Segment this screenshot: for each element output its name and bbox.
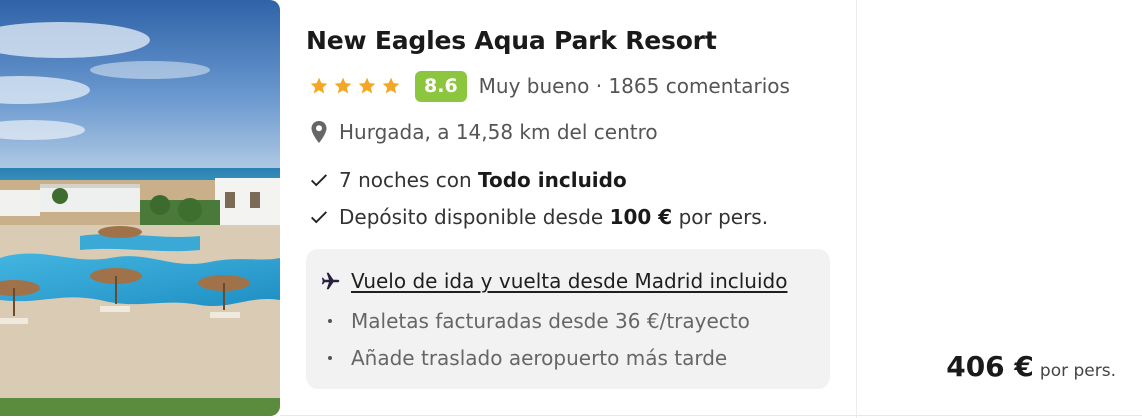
bullet-dot: [328, 356, 332, 360]
flight-detail-item: Añade traslado aeropuerto más tarde: [328, 344, 727, 372]
price-per-person: por pers.: [1039, 361, 1116, 381]
bullet-dot: [328, 319, 332, 323]
feature-nights-bold: Todo incluido: [478, 168, 627, 192]
feature-nights: 7 noches con Todo incluido: [306, 166, 627, 194]
review-summary[interactable]: Muy bueno · 1865 comentarios: [479, 74, 790, 98]
checkmark-icon: [311, 211, 327, 224]
hotel-name[interactable]: New Eagles Aqua Park Resort: [306, 26, 717, 55]
star-icon: [334, 77, 352, 94]
star-icon: [358, 77, 376, 94]
hotel-result-card[interactable]: New Eagles Aqua Park Resort 8.6 Muy buen…: [0, 0, 1142, 418]
star-icon: [382, 77, 400, 94]
rating-row: 8.6 Muy bueno · 1865 comentarios: [306, 70, 790, 102]
feature-deposit-prefix: Depósito disponible desde: [339, 205, 610, 229]
flight-details-link[interactable]: Vuelo de ida y vuelta desde Madrid inclu…: [351, 269, 787, 293]
airplane-icon: [321, 272, 340, 290]
checkmark-icon: [311, 174, 327, 187]
price-amount: 406 €: [946, 350, 1034, 383]
hotel-photo-image: [0, 0, 280, 416]
location-text: Hurgada, a 14,58 km del centro: [339, 120, 658, 144]
feature-deposit: Depósito disponible desde 100 € por pers…: [306, 203, 768, 231]
flight-line: Vuelo de ida y vuelta desde Madrid inclu…: [320, 267, 787, 295]
flight-detail-item: Maletas facturadas desde 36 €/trayecto: [328, 307, 750, 335]
map-pin-icon: [311, 121, 327, 143]
hotel-photo[interactable]: [0, 0, 280, 416]
star-rating: [309, 76, 401, 96]
price-column: 406 € por pers.: [856, 0, 1142, 418]
card-divider: [280, 415, 1142, 416]
feature-deposit-suffix: por pers.: [672, 205, 769, 229]
price[interactable]: 406 € por pers.: [946, 350, 1116, 383]
hotel-location[interactable]: Hurgada, a 14,58 km del centro: [306, 118, 658, 146]
star-icon: [310, 77, 328, 94]
feature-deposit-amount: 100 €: [609, 205, 673, 229]
flight-detail-text: Maletas facturadas desde 36 €/trayecto: [351, 309, 750, 333]
feature-nights-prefix: 7 noches con: [339, 168, 479, 192]
score-badge: 8.6: [415, 70, 467, 102]
flight-info-box: Vuelo de ida y vuelta desde Madrid inclu…: [306, 249, 830, 389]
hotel-info: New Eagles Aqua Park Resort 8.6 Muy buen…: [306, 0, 836, 418]
flight-detail-text: Añade traslado aeropuerto más tarde: [351, 346, 728, 370]
